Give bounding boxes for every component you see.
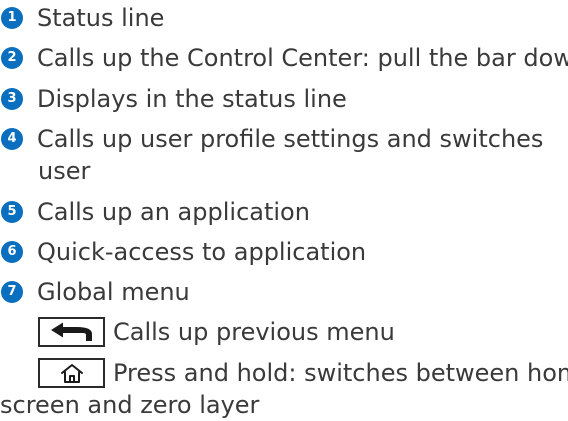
number-badge: 3	[1, 88, 23, 110]
number-badge: 7	[1, 281, 23, 303]
item-text: Status line	[37, 4, 165, 32]
list-item: 4 Calls up user profile settings and swi…	[0, 123, 543, 155]
item-text: Calls up the Control Center: pull the ba…	[37, 44, 568, 72]
key-text-continuation: screen and zero layer	[0, 391, 260, 419]
item-text-continuation: user	[38, 157, 91, 185]
legend: 1 Status line 2 Calls up the Control Cen…	[0, 0, 568, 419]
key-text: Calls up previous menu	[113, 318, 395, 346]
item-text: Calls up an application	[37, 198, 310, 226]
key-text: Press and hold: switches between home	[113, 359, 568, 387]
back-arrow-icon	[50, 322, 92, 341]
list-item: 1 Status line	[0, 2, 164, 34]
number-badge: 5	[1, 201, 23, 223]
home-button-symbol	[38, 358, 105, 388]
list-item: 2 Calls up the Control Center: pull the …	[0, 42, 568, 74]
item-text: Displays in the status line	[37, 85, 347, 113]
key-item: Press and hold: switches between home	[38, 357, 568, 389]
item-text: Quick-access to application	[37, 238, 367, 266]
number-badge: 6	[1, 241, 23, 263]
item-text: Global menu	[37, 278, 190, 306]
number-badge: 4	[1, 128, 23, 150]
item-text: Calls up user profile settings and switc…	[37, 125, 544, 153]
list-item: 7 Global menu	[0, 276, 190, 308]
key-item: Calls up previous menu	[38, 316, 395, 348]
back-button-symbol	[38, 317, 105, 347]
number-badge: 1	[1, 7, 23, 29]
number-badge: 2	[1, 47, 23, 69]
home-icon	[60, 364, 83, 383]
list-item: 6 Quick-access to application	[0, 236, 366, 268]
list-item: 3 Displays in the status line	[0, 83, 347, 115]
list-item: 5 Calls up an application	[0, 196, 310, 228]
